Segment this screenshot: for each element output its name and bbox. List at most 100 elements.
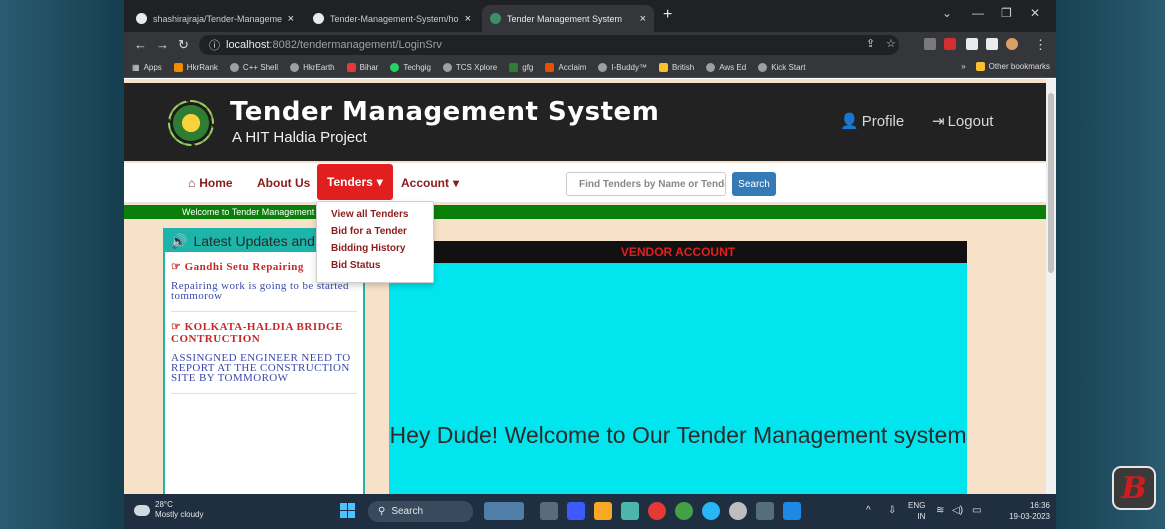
news-body: Repairing work is going to be started to… <box>171 280 349 302</box>
chat-icon[interactable] <box>567 502 585 520</box>
close-tab-icon[interactable]: × <box>640 13 646 25</box>
bookmark-favicon-icon <box>346 63 356 72</box>
news-item[interactable]: ☞ KOLKATA-HALDIA BRIDGE CONTRUCTION ASSI… <box>171 320 357 394</box>
nav-tenders[interactable]: Tenders ▾ <box>317 164 393 200</box>
bookmark-item[interactable]: I-Buddy™ <box>598 63 647 72</box>
bookmark-item[interactable]: Techgig <box>390 63 431 72</box>
reload-icon[interactable]: ↻ <box>178 37 189 53</box>
minimize-button[interactable]: — <box>972 6 984 20</box>
menu-item-bidding-history[interactable]: Bidding History <box>317 240 433 257</box>
channel-logo-icon: B <box>1112 466 1156 510</box>
cloud-icon <box>134 504 150 516</box>
bookmark-item[interactable]: British <box>658 63 694 72</box>
extension-icon[interactable] <box>944 38 956 50</box>
battery-icon[interactable]: ▭ <box>972 505 981 516</box>
caret-down-icon: ▾ <box>453 176 460 190</box>
search-button[interactable]: Search <box>732 172 776 196</box>
bookmark-item[interactable]: HkrRank <box>173 63 218 72</box>
tender-search-input[interactable]: Find Tenders by Name or Tender ID <box>566 172 726 196</box>
globe-icon <box>229 63 239 72</box>
site-subtitle: A HIT Haldia Project <box>232 129 367 146</box>
menu-item-bid-status[interactable]: Bid Status <box>317 257 433 274</box>
globe-icon <box>442 63 452 72</box>
page-scrollbar[interactable] <box>1046 79 1056 494</box>
side-panel-icon[interactable] <box>986 38 998 50</box>
bookmark-item[interactable]: Kick Start <box>758 63 805 72</box>
forward-icon[interactable]: → <box>156 37 169 52</box>
nav-home[interactable]: ⌂ Home <box>188 163 233 203</box>
pointing-hand-icon: ☞ <box>171 321 185 333</box>
language-indicator[interactable]: ENG IN <box>908 500 925 522</box>
url-field[interactable]: ⓘ localhost:8082/tendermanagement/LoginS… <box>199 35 899 55</box>
bookmark-item[interactable]: Aws Ed <box>706 63 746 72</box>
bookmark-item[interactable]: Bihar <box>346 63 378 72</box>
institute-logo <box>168 100 214 146</box>
widget-banner-icon[interactable] <box>484 502 524 520</box>
logout-link[interactable]: ⇥ Logout <box>932 112 993 131</box>
menu-item-bid-for-tender[interactable]: Bid for a Tender <box>317 223 433 240</box>
github-icon <box>313 13 324 24</box>
tenders-dropdown-menu: View all Tenders Bid for a Tender Biddin… <box>316 201 434 283</box>
menu-item-view-all-tenders[interactable]: View all Tenders <box>317 206 433 223</box>
pen-icon[interactable]: ⇩ <box>888 505 896 516</box>
app-icon[interactable] <box>702 502 720 520</box>
welcome-message: Hey Dude! Welcome to Our Tender Manageme… <box>389 422 967 448</box>
close-window-button[interactable]: ✕ <box>1030 6 1040 20</box>
speaker-icon: 🔊 <box>170 232 188 249</box>
site-header: Tender Management System A HIT Haldia Pr… <box>124 83 1046 161</box>
other-bookmarks-folder[interactable]: Other bookmarks <box>975 62 1050 71</box>
close-tab-icon[interactable]: × <box>465 13 471 25</box>
windows-start-icon[interactable] <box>340 503 355 518</box>
vscode-icon[interactable] <box>783 502 801 520</box>
clock[interactable]: 16:36 19-03-2023 <box>996 500 1050 522</box>
bookmark-apps[interactable]: ▦ Apps <box>132 63 162 72</box>
profile-avatar-icon[interactable] <box>1006 38 1018 50</box>
bookmark-star-icon[interactable]: ☆ <box>886 37 896 50</box>
bookmark-item[interactable]: C++ Shell <box>229 63 278 72</box>
nav-about[interactable]: About Us <box>257 163 310 203</box>
bookmark-item[interactable]: TCS Xplore <box>442 63 497 72</box>
tab-tender-management[interactable]: Tender Management System × <box>482 5 654 32</box>
profile-link[interactable]: 👤 Profile <box>840 112 904 131</box>
nav-account[interactable]: Account ▾ <box>401 163 459 203</box>
bookmark-item[interactable]: gfg <box>509 63 533 72</box>
bookmark-favicon-icon <box>173 63 183 72</box>
user-icon: 👤 <box>840 113 859 130</box>
whatsapp-icon <box>390 63 400 72</box>
news-body: ASSINGNED ENGINEER NEED TO REPORT AT THE… <box>171 352 351 384</box>
scrollbar-thumb[interactable] <box>1048 93 1054 273</box>
logout-icon: ⇥ <box>932 113 945 130</box>
extensions-puzzle-icon[interactable] <box>966 38 978 50</box>
more-bookmarks-icon[interactable]: » <box>961 62 965 71</box>
task-view-icon[interactable] <box>540 502 558 520</box>
chrome-icon[interactable] <box>648 502 666 520</box>
browser-tab-strip: shashirajraja/Tender-Manageme × Tender-M… <box>124 0 1056 32</box>
weather-widget[interactable]: 28°C Mostly cloudy <box>134 500 203 520</box>
tab-github-repo[interactable]: shashirajraja/Tender-Manageme × <box>128 5 302 32</box>
chrome-icon[interactable] <box>675 502 693 520</box>
share-icon[interactable]: ⇪ <box>866 37 875 50</box>
site-info-icon[interactable]: ⓘ <box>209 37 220 53</box>
settings-gear-icon[interactable] <box>729 502 747 520</box>
tray-overflow-icon[interactable]: ^ <box>866 505 871 516</box>
app-icon[interactable] <box>621 502 639 520</box>
close-tab-icon[interactable]: × <box>288 13 294 25</box>
extension-icon[interactable] <box>924 38 936 50</box>
restore-button[interactable]: ❐ <box>1001 6 1012 20</box>
search-icon: ⚲ <box>378 506 386 517</box>
tab-github-home[interactable]: Tender-Management-System/ho × <box>305 5 479 32</box>
file-explorer-icon[interactable] <box>594 502 612 520</box>
vendor-main-panel: VENDOR ACCOUNT Hey Dude! Welcome to Our … <box>389 241 967 494</box>
terminal-icon[interactable] <box>756 502 774 520</box>
tab-search-icon[interactable]: ⌄ <box>942 6 952 20</box>
back-icon[interactable]: ← <box>134 37 147 52</box>
new-tab-button[interactable]: + <box>663 6 672 24</box>
volume-icon[interactable]: ◁) <box>952 505 963 516</box>
vendor-account-heading: VENDOR ACCOUNT <box>389 241 967 263</box>
bookmark-item[interactable]: HkrEarth <box>290 63 335 72</box>
chrome-menu-icon[interactable]: ⋮ <box>1034 37 1047 53</box>
site-title: Tender Management System <box>230 97 660 127</box>
wifi-icon[interactable]: ≋ <box>936 505 944 516</box>
bookmark-item[interactable]: Acclaim <box>545 63 586 72</box>
taskbar-search[interactable]: ⚲ Search <box>368 501 473 522</box>
